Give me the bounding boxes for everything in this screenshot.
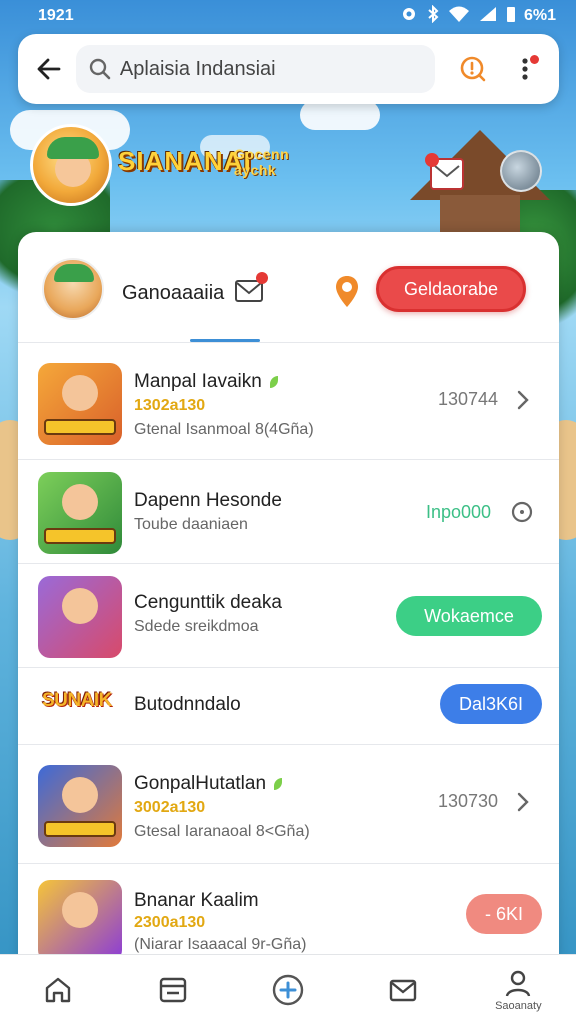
avatar[interactable] <box>42 258 104 320</box>
search-alert-button[interactable] <box>453 49 493 89</box>
more-options-button[interactable] <box>505 49 545 89</box>
list-item-title: GonpalHutatlan <box>134 773 283 795</box>
list-item-stat: 130730 <box>438 791 499 811</box>
profile-name: Ganoaaaiia <box>122 282 225 304</box>
leaf-icon <box>269 375 278 388</box>
list-item-subtitle: Sdede sreikdmoa <box>134 618 259 635</box>
info-circle-icon[interactable] <box>510 500 534 524</box>
list-item-title: Dapenn Hesonde <box>134 490 282 511</box>
list-item-title: Butodnndalo <box>134 694 241 715</box>
game-logo-avatar[interactable] <box>30 124 112 206</box>
more-vertical-icon <box>522 58 528 80</box>
bottom-navigation: Saoanaty <box>0 954 576 1024</box>
list-item-gold: 3002a130 <box>134 799 206 816</box>
game-thumbnail <box>38 576 122 658</box>
wifi-icon <box>448 5 470 28</box>
list-item[interactable]: GonpalHutatlan 3002a130 Gtesal Iaranaoal… <box>18 745 559 863</box>
user-icon <box>506 970 531 997</box>
globe-icon[interactable] <box>500 150 542 192</box>
chevron-right-icon[interactable] <box>512 791 534 813</box>
price-button[interactable]: - 6KI <box>466 894 542 934</box>
profile-row: Ganoaaaiia Geldaorabe <box>18 232 559 344</box>
welcome-button[interactable]: Wokaemce <box>396 596 542 636</box>
signal-icon <box>478 5 498 28</box>
mail-icon[interactable] <box>234 272 268 304</box>
search-icon <box>89 58 111 80</box>
nav-home[interactable] <box>0 955 115 1024</box>
home-icon <box>45 977 70 1003</box>
game-thumbnail <box>38 880 122 962</box>
list-item-title: Manpal Iavaikn <box>134 371 278 393</box>
battery-icon <box>506 5 516 28</box>
nav-profile-label: Saoanaty <box>495 1000 542 1012</box>
list-item-subtitle: (Niarar Isaaacal 9r-Gña) <box>134 936 307 953</box>
list-item-subtitle: Toube daaniaen <box>134 516 248 533</box>
list-item-title: Cengunttik deaka <box>134 592 282 613</box>
location-pin-icon[interactable] <box>333 274 361 310</box>
game-thumbnail <box>38 472 122 554</box>
leaf-icon <box>274 777 283 790</box>
news-card-icon <box>159 977 186 1003</box>
game-list-card: Ganoaaaiia Geldaorabe Manpal Iavaikn 130… <box>18 232 559 962</box>
mail-icon <box>389 979 417 1002</box>
profile-action-button[interactable]: Geldaorabe <box>376 266 526 312</box>
arrow-left-icon <box>37 58 61 80</box>
game-thumbnail <box>38 765 122 847</box>
download-button[interactable]: Dal3K6I <box>440 684 542 724</box>
list-item[interactable]: Cengunttik deaka Sdede sreikdmoa Wokaemc… <box>18 564 559 667</box>
nav-messages[interactable] <box>346 955 461 1024</box>
list-item-subtitle: Gtenal Isanmoal 8(4Gña) <box>134 421 314 438</box>
list-item-stat: Inpo000 <box>426 502 492 522</box>
list-item-stat: 130744 <box>438 389 499 409</box>
plus-circle-icon <box>272 974 304 1006</box>
list-item[interactable]: Manpal Iavaikn 1302a130 Gtenal Isanmoal … <box>18 343 559 459</box>
search-box[interactable] <box>75 45 436 93</box>
hero-mail-icon[interactable] <box>425 153 464 190</box>
brand-logo: SUNAIK <box>42 690 112 711</box>
game-thumbnail <box>38 363 122 445</box>
list-item-subtitle: Gtesal Iaranaoal 8<Gña) <box>134 823 310 840</box>
hero-title: Gocenn aychk SIANANAI <box>118 146 318 178</box>
nav-news[interactable] <box>115 955 230 1024</box>
list-item-gold: 2300a130 <box>134 914 206 931</box>
search-alert-icon <box>460 56 486 82</box>
search-header <box>18 34 559 104</box>
status-time: 1921 <box>38 7 74 24</box>
list-item[interactable]: Bnanar Kaalim 2300a130 (Niarar Isaaacal … <box>18 864 559 962</box>
list-item[interactable]: SUNAIK Butodnndalo Dal3K6I <box>18 668 559 744</box>
nav-add[interactable] <box>230 955 345 1024</box>
notification-dot <box>529 55 539 64</box>
status-bar: 1921 6%1 <box>0 0 576 32</box>
settings-icon <box>400 5 418 28</box>
list-item-gold: 1302a130 <box>134 397 206 414</box>
chevron-right-icon[interactable] <box>512 389 534 411</box>
search-input[interactable] <box>119 57 420 81</box>
back-button[interactable] <box>32 52 66 86</box>
bluetooth-icon <box>426 4 440 28</box>
nav-profile[interactable]: Saoanaty <box>461 955 576 1024</box>
battery-text: 6%1 <box>523 7 556 24</box>
list-item[interactable]: Dapenn Hesonde Toube daaniaen Inpo000 <box>18 460 559 563</box>
list-item-title: Bnanar Kaalim <box>134 890 259 911</box>
hero-subtitle: Gocenn aychk <box>234 146 290 178</box>
